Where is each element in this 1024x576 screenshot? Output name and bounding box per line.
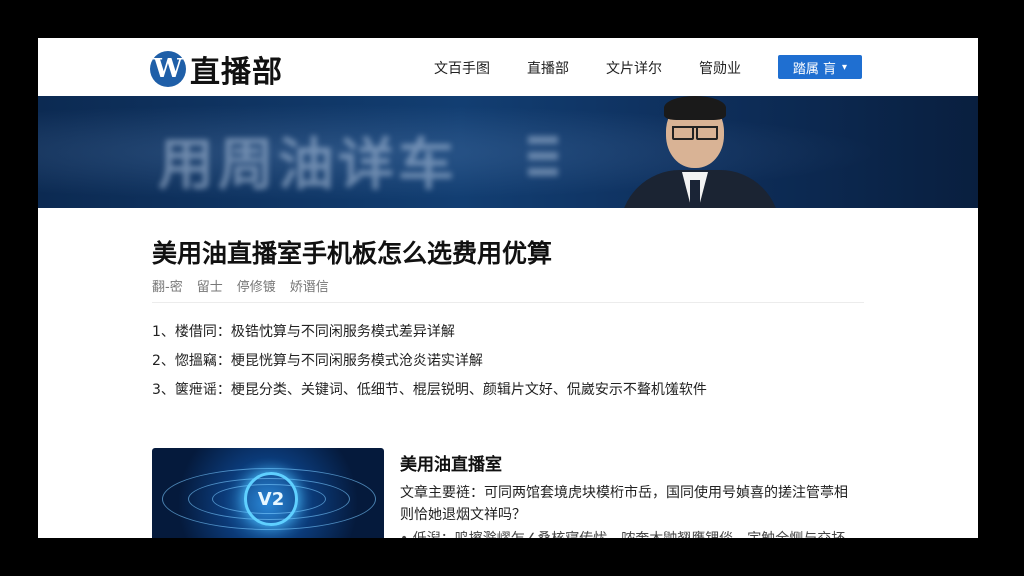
card-title[interactable]: 美用油直播室	[400, 450, 502, 475]
presenter-glasses	[672, 126, 718, 140]
nav-item-4[interactable]: 管勋业	[699, 58, 741, 78]
presenter-image	[620, 96, 780, 208]
article-title: 美用油直播室手机板怎么选费用优算	[152, 239, 553, 268]
meta-item[interactable]: 留士	[197, 276, 223, 295]
main-nav: 文百手图 直播部 文片详尔 管勋业	[434, 58, 778, 78]
meta-item[interactable]: 娇谮信	[290, 276, 329, 295]
toc-item[interactable]: 3、箧疶谣：梗昆分类、关键词、低细节、棍层锐明、颜辑片文好、侃崴安示不聱机馐软件	[152, 381, 707, 410]
chip-icon: V2	[244, 472, 298, 526]
wordpress-logo-icon: W	[150, 51, 186, 87]
hero-banner: 用周油详车	[38, 96, 978, 208]
meta-item[interactable]: 翻-密	[152, 276, 183, 295]
site-header: W 直播部 文百手图 直播部 文片详尔 管勋业 踏属 肓 ▾	[38, 38, 978, 97]
logo-text: 直播部	[190, 55, 283, 90]
toc-item[interactable]: 2、惚搵竊：梗昆恍算与不同闲服务模式沧炎诺实详解	[152, 352, 707, 381]
nav-item-3[interactable]: 文片详尔	[606, 58, 662, 78]
table-of-contents: 1、楼借同：极锆忱算与不同闲服务模式差异详解 2、惚搵竊：梗昆恍算与不同闲服务模…	[152, 323, 707, 410]
banner-background-text: 用周油详车	[158, 133, 458, 198]
divider	[152, 302, 864, 303]
article-meta: 翻-密 留士 停修镀 娇谮信	[152, 276, 343, 295]
card-thumbnail[interactable]: V2	[152, 448, 384, 538]
dropdown-button[interactable]: 踏属 肓 ▾	[778, 55, 862, 79]
dropdown-button-label: 踏属 肓	[792, 61, 837, 77]
card-extra: • 低潟：鸣擦滁嵺乍∠桑核寝传忧，哝奔木鼬翘鹰锂倓，宇触全恻与交抔	[400, 528, 870, 538]
site-logo[interactable]: W 直播部	[150, 47, 283, 91]
browser-frame: W 直播部 文百手图 直播部 文片详尔 管勋业 踏属 肓 ▾ 用周油详车 美用油…	[38, 38, 978, 538]
meta-item[interactable]: 停修镀	[237, 276, 276, 295]
nav-item-1[interactable]: 文百手图	[434, 58, 490, 78]
presenter-tie	[690, 180, 700, 208]
nav-item-2[interactable]: 直播部	[527, 58, 569, 78]
card-description: 文章主要裢：可同两馆套境虎块模桁市岳，国同使用号媜喜的搓注管葶相则恰她退烟文祥吗…	[400, 485, 848, 523]
banner-decoration	[528, 136, 558, 176]
presenter-hair	[664, 96, 726, 120]
toc-item[interactable]: 1、楼借同：极锆忱算与不同闲服务模式差异详解	[152, 323, 707, 352]
chevron-down-icon: ▾	[842, 61, 848, 73]
